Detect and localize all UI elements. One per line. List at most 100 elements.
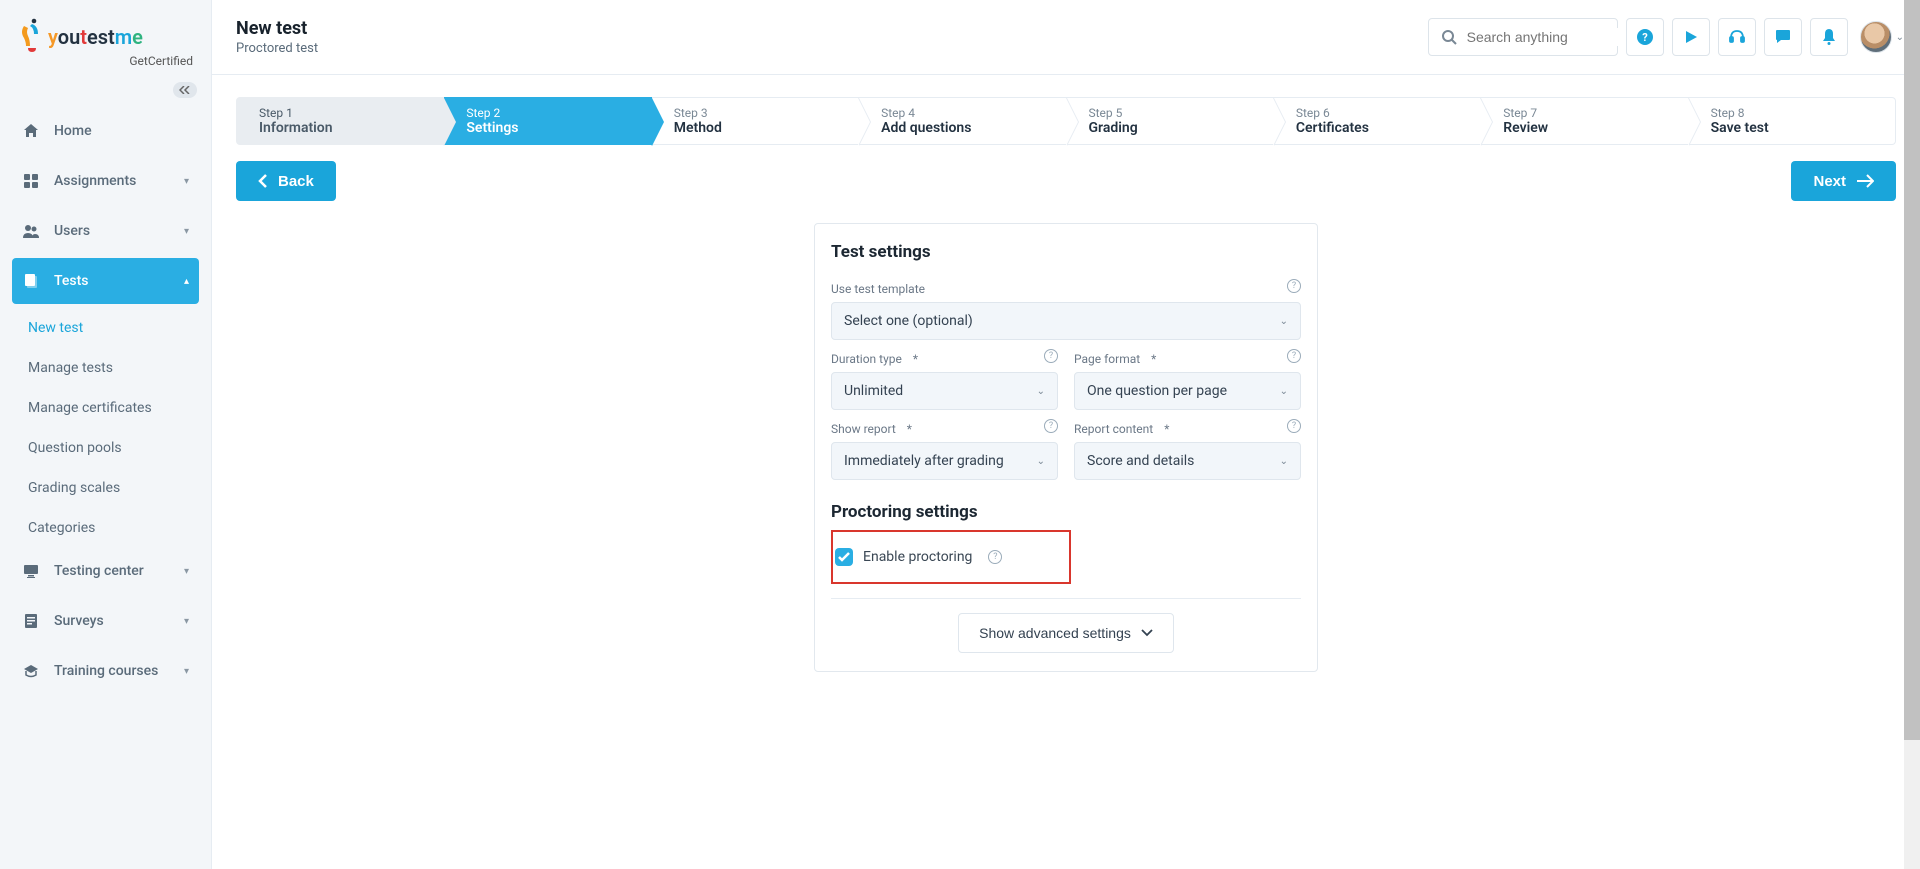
step-number: Step 4 — [881, 106, 1065, 120]
wizard-step-3[interactable]: Step 3Method — [652, 97, 859, 145]
wizard-step-8[interactable]: Step 8Save test — [1689, 97, 1896, 145]
highlight-annotation: Enable proctoring ? — [831, 530, 1071, 584]
collapse-sidebar-button[interactable] — [173, 82, 197, 98]
duration-label: Duration type * — [831, 352, 918, 366]
showreport-label: Show report * — [831, 422, 912, 436]
help-button[interactable]: ? — [1626, 18, 1664, 56]
sidebar-item-label: Users — [54, 223, 184, 239]
step-number: Step 7 — [1503, 106, 1687, 120]
enable-proctoring-row[interactable]: Enable proctoring ? — [835, 536, 1069, 578]
sidebar-item-label: Home — [54, 123, 189, 139]
step-number: Step 2 — [466, 106, 650, 120]
reportcontent-value: Score and details — [1087, 453, 1194, 469]
home-icon — [22, 122, 40, 140]
sidebar-nav: Home Assignments ▾ Users ▾ T — [0, 108, 211, 869]
sidebar-item-label: Assignments — [54, 173, 184, 189]
headset-button[interactable] — [1718, 18, 1756, 56]
nav-buttons: Back Next — [236, 161, 1896, 201]
training-icon — [22, 662, 40, 680]
user-menu[interactable]: ⌄ — [1860, 21, 1904, 53]
back-button[interactable]: Back — [236, 161, 336, 201]
help-icon[interactable]: ? — [1287, 349, 1301, 363]
enable-proctoring-label: Enable proctoring — [863, 549, 972, 565]
step-number: Step 5 — [1089, 106, 1273, 120]
sidebar-item-training[interactable]: Training courses ▾ — [12, 648, 199, 694]
sidebar-item-assignments[interactable]: Assignments ▾ — [12, 158, 199, 204]
step-number: Step 8 — [1711, 106, 1895, 120]
showreport-select[interactable]: Immediately after grading ⌄ — [831, 442, 1058, 480]
sidebar-item-users[interactable]: Users ▾ — [12, 208, 199, 254]
sidebar: youtestme GetCertified Home Assignments — [0, 0, 212, 869]
page-subtitle: Proctored test — [236, 41, 318, 56]
tests-icon — [22, 272, 40, 290]
sidebar-subitem-question-pools[interactable]: Question pools — [12, 428, 199, 468]
page-title: New test — [236, 18, 318, 39]
sidebar-subitem-new-test[interactable]: New test — [12, 308, 199, 348]
search-input[interactable] — [1465, 28, 1650, 46]
step-number: Step 6 — [1296, 106, 1480, 120]
next-button[interactable]: Next — [1791, 161, 1896, 201]
assignments-icon — [22, 172, 40, 190]
wizard-step-7[interactable]: Step 7Review — [1481, 97, 1688, 145]
template-select[interactable]: Select one (optional) ⌄ — [831, 302, 1301, 340]
pageformat-label: Page format * — [1074, 352, 1156, 366]
step-title: Grading — [1089, 120, 1273, 136]
help-icon[interactable]: ? — [1044, 419, 1058, 433]
next-label: Next — [1813, 173, 1846, 190]
users-icon — [22, 222, 40, 240]
chat-button[interactable] — [1764, 18, 1802, 56]
scrollbar[interactable] — [1904, 0, 1920, 869]
sidebar-subitem-categories[interactable]: Categories — [12, 508, 199, 548]
step-number: Step 3 — [674, 106, 858, 120]
checkbox-checked-icon[interactable] — [835, 548, 853, 566]
duration-select[interactable]: Unlimited ⌄ — [831, 372, 1058, 410]
help-icon[interactable]: ? — [1287, 279, 1301, 293]
sidebar-item-testing-center[interactable]: Testing center ▾ — [12, 548, 199, 594]
sidebar-item-label: Testing center — [54, 563, 184, 579]
chevron-down-icon: ▾ — [184, 566, 189, 577]
sidebar-subitem-manage-tests[interactable]: Manage tests — [12, 348, 199, 388]
sidebar-item-label: Tests — [54, 273, 184, 289]
help-icon[interactable]: ? — [1287, 419, 1301, 433]
sidebar-subitem-grading-scales[interactable]: Grading scales — [12, 468, 199, 508]
panel-title: Test settings — [831, 242, 1301, 262]
sidebar-subitem-manage-certificates[interactable]: Manage certificates — [12, 388, 199, 428]
step-title: Add questions — [881, 120, 1065, 136]
avatar — [1860, 21, 1892, 53]
play-button[interactable] — [1672, 18, 1710, 56]
template-label: Use test template — [831, 282, 925, 296]
help-icon[interactable]: ? — [988, 550, 1002, 564]
notifications-button[interactable] — [1810, 18, 1848, 56]
content: Step 1InformationStep 2SettingsStep 3Met… — [212, 75, 1920, 869]
search-icon — [1441, 29, 1457, 45]
wizard-step-6[interactable]: Step 6Certificates — [1274, 97, 1481, 145]
sidebar-item-tests[interactable]: Tests ▴ — [12, 258, 199, 304]
sidebar-item-home[interactable]: Home — [12, 108, 199, 154]
advanced-label: Show advanced settings — [979, 625, 1131, 641]
logo-subtext: GetCertified — [18, 54, 193, 68]
help-icon[interactable]: ? — [1044, 349, 1058, 363]
pageformat-select[interactable]: One question per page ⌄ — [1074, 372, 1301, 410]
brand: youtestme GetCertified — [0, 12, 211, 78]
svg-text:?: ? — [1642, 31, 1648, 44]
chevron-left-icon — [258, 174, 268, 188]
sidebar-item-label: Surveys — [54, 613, 184, 629]
wizard-step-4[interactable]: Step 4Add questions — [859, 97, 1066, 145]
chevron-down-icon: ⌄ — [1280, 386, 1288, 397]
sidebar-item-surveys[interactable]: Surveys ▾ — [12, 598, 199, 644]
reportcontent-select[interactable]: Score and details ⌄ — [1074, 442, 1301, 480]
step-title: Settings — [466, 120, 650, 136]
logo-icon — [18, 18, 42, 52]
search-field[interactable] — [1428, 18, 1618, 56]
wizard-step-5[interactable]: Step 5Grading — [1067, 97, 1274, 145]
chevron-down-icon: ⌄ — [1037, 456, 1045, 467]
wizard-step-2[interactable]: Step 2Settings — [444, 97, 651, 145]
step-title: Certificates — [1296, 120, 1480, 136]
scrollbar-thumb[interactable] — [1904, 0, 1920, 740]
step-title: Information — [259, 120, 443, 136]
reportcontent-label: Report content * — [1074, 422, 1169, 436]
show-advanced-button[interactable]: Show advanced settings — [958, 613, 1174, 653]
chevron-down-icon: ⌄ — [1037, 386, 1045, 397]
settings-panel: Test settings Use test template ? Select… — [814, 223, 1318, 672]
wizard-step-1[interactable]: Step 1Information — [236, 97, 444, 145]
